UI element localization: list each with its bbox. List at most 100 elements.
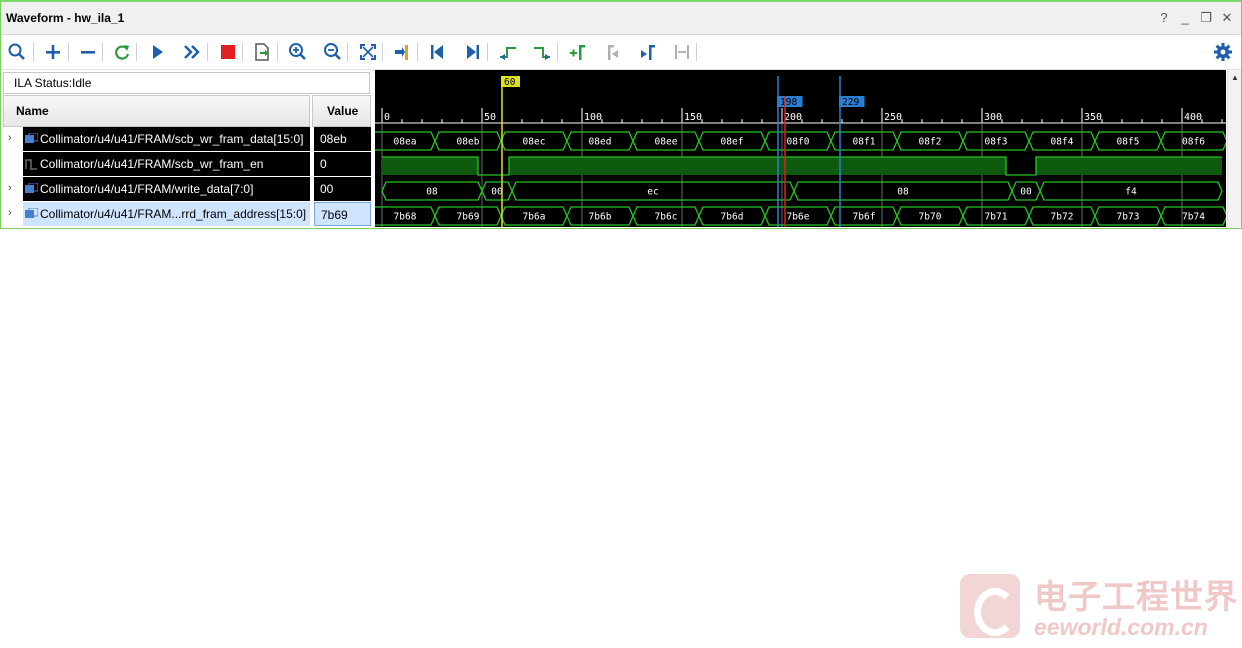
toolbar-separator bbox=[102, 43, 103, 61]
toolbar-separator bbox=[417, 43, 418, 61]
signal-name-cell[interactable]: Collimator/u4/u41/FRAM/write_data[7:0] bbox=[23, 177, 310, 201]
previous-transition-icon[interactable] bbox=[496, 40, 520, 64]
next-marker-icon[interactable] bbox=[635, 40, 659, 64]
bit-high-fill bbox=[509, 157, 1006, 175]
signal-name-cell[interactable]: Collimator/u4/u41/FRAM/scb_wr_fram_en bbox=[23, 152, 310, 176]
help-icon[interactable]: ? bbox=[1158, 10, 1170, 26]
vertical-scrollbar[interactable]: ▲ bbox=[1227, 70, 1241, 227]
column-header-name[interactable]: Name bbox=[3, 95, 310, 127]
go-to-cursor-icon[interactable] bbox=[390, 40, 414, 64]
add-marker-icon[interactable] bbox=[566, 40, 590, 64]
bus-value-label: 08ee bbox=[655, 137, 678, 148]
signal-value-cell[interactable]: 00 bbox=[314, 177, 371, 201]
tick-label: 50 bbox=[484, 112, 496, 123]
bus-signal-icon bbox=[25, 182, 39, 195]
bus-value-label: 08 bbox=[426, 187, 438, 198]
signal-value-cell[interactable]: 08eb bbox=[314, 127, 371, 151]
bus-value-label: 7b73 bbox=[1117, 212, 1140, 223]
toolbar-separator bbox=[33, 43, 34, 61]
signal-name: Collimator/u4/u41/FRAM/scb_wr_fram_data[… bbox=[40, 132, 304, 146]
signal-value: 7b69 bbox=[321, 208, 348, 222]
next-transition-icon[interactable] bbox=[530, 40, 554, 64]
bus-value-label: 7b72 bbox=[1051, 212, 1074, 223]
toolbar-separator bbox=[696, 43, 697, 61]
search-icon[interactable] bbox=[5, 40, 29, 64]
scroll-up-icon[interactable]: ▲ bbox=[1231, 73, 1239, 82]
bus-value-label: 08ef bbox=[721, 137, 744, 148]
bus-value-label: 08f2 bbox=[919, 137, 942, 148]
bus-value-label: 08f6 bbox=[1182, 137, 1205, 148]
waveform-canvas[interactable]: 0 50 100 150 200 250 300 350 400 08ea 08eb 08ec 08ed… bbox=[375, 70, 1226, 227]
bus-value-label: 08f5 bbox=[1117, 137, 1140, 148]
column-header-value[interactable]: Value bbox=[312, 95, 371, 127]
waveform-svg[interactable]: 0 50 100 150 200 250 300 350 40008ea 08eb 08ec 08ed… bbox=[375, 70, 1226, 227]
tick-label: 300 bbox=[984, 112, 1002, 123]
signal-row[interactable]: › Collimator/u4/u41/FRAM/scb_wr_fram_dat… bbox=[3, 127, 371, 151]
bus-value-label: 08ec bbox=[523, 137, 546, 148]
tick-label: 350 bbox=[1084, 112, 1102, 123]
toolbar bbox=[1, 35, 1241, 70]
bus-signal-icon bbox=[25, 132, 39, 145]
export-icon[interactable] bbox=[250, 40, 274, 64]
signal-row[interactable]: › Collimator/u4/u41/FRAM/write_data[7:0]… bbox=[3, 177, 371, 201]
marker-label: 229 bbox=[842, 97, 859, 108]
bit-high-fill bbox=[1036, 157, 1222, 175]
expand-chevron-icon[interactable]: › bbox=[8, 182, 12, 194]
signal-row[interactable]: › Collimator/u4/u41/FRAM...rrd_fram_addr… bbox=[3, 202, 371, 226]
signal-value-cell[interactable]: 0 bbox=[314, 152, 371, 176]
toolbar-separator bbox=[557, 43, 558, 61]
title-bar: Waveform - hw_ila_1 ? _ ❐ ✕ bbox=[1, 2, 1241, 35]
toolbar-separator bbox=[207, 43, 208, 61]
zoom-in-icon[interactable] bbox=[286, 40, 310, 64]
refresh-icon[interactable] bbox=[110, 40, 134, 64]
expand-chevron-icon[interactable]: › bbox=[8, 207, 12, 219]
stop-icon[interactable] bbox=[216, 40, 240, 64]
gear-icon[interactable] bbox=[1211, 40, 1235, 64]
remove-icon[interactable] bbox=[76, 40, 100, 64]
bus-value-label: 08ed bbox=[589, 137, 612, 148]
signal-row[interactable]: Collimator/u4/u41/FRAM/scb_wr_fram_en 0 bbox=[3, 152, 371, 176]
bus-value-label: 7b70 bbox=[919, 212, 942, 223]
go-to-start-icon[interactable] bbox=[425, 40, 449, 64]
zoom-fit-icon[interactable] bbox=[356, 40, 380, 64]
toolbar-separator bbox=[136, 43, 137, 61]
add-icon[interactable] bbox=[41, 40, 65, 64]
restore-icon[interactable]: ❐ bbox=[1200, 10, 1212, 26]
column-header-name-label: Name bbox=[16, 104, 49, 118]
bus-value-label: 08f3 bbox=[985, 137, 1008, 148]
bus-value-label: 7b6b bbox=[589, 212, 612, 223]
previous-marker-icon[interactable] bbox=[601, 40, 625, 64]
bus-value-label: f4 bbox=[1125, 187, 1137, 198]
bus-value-label: 00 bbox=[491, 187, 503, 198]
marker-label: 60 bbox=[504, 77, 516, 88]
go-to-end-icon[interactable] bbox=[461, 40, 485, 64]
signal-name-cell[interactable]: Collimator/u4/u41/FRAM/scb_wr_fram_data[… bbox=[23, 127, 310, 151]
bit-signal-icon bbox=[25, 158, 38, 170]
bus-value-label: 08f1 bbox=[853, 137, 876, 148]
marker-label: 198 bbox=[780, 97, 797, 108]
watermark-cn: 电子工程世界 bbox=[1034, 577, 1238, 616]
zoom-out-icon[interactable] bbox=[321, 40, 345, 64]
tick-label: 100 bbox=[584, 112, 602, 123]
bus-value-label: 7b6f bbox=[853, 212, 876, 223]
bus-value-label: 7b71 bbox=[985, 212, 1008, 223]
tick-label: 400 bbox=[1184, 112, 1202, 123]
minimize-icon[interactable]: _ bbox=[1179, 10, 1191, 26]
toolbar-separator bbox=[277, 43, 278, 61]
toolbar-separator bbox=[242, 43, 243, 61]
signal-value-cell[interactable]: 7b69 bbox=[314, 202, 371, 226]
bus-value-label: 7b74 bbox=[1182, 212, 1205, 223]
run-immediate-icon[interactable] bbox=[180, 40, 204, 64]
expand-chevron-icon[interactable]: › bbox=[8, 132, 12, 144]
signal-name-cell[interactable]: Collimator/u4/u41/FRAM...rrd_fram_addres… bbox=[23, 202, 310, 226]
tick-label: 200 bbox=[784, 112, 802, 123]
bit-high-fill bbox=[382, 157, 478, 175]
run-trigger-icon[interactable] bbox=[145, 40, 169, 64]
bus-value-label: 7b68 bbox=[394, 212, 417, 223]
bus-value-label: ec bbox=[647, 187, 658, 198]
close-icon[interactable]: ✕ bbox=[1221, 10, 1233, 26]
swap-cursors-icon[interactable] bbox=[670, 40, 694, 64]
signal-name: Collimator/u4/u41/FRAM/scb_wr_fram_en bbox=[40, 157, 264, 171]
bus-value-label: 08ea bbox=[394, 137, 417, 148]
tick-label: 150 bbox=[684, 112, 702, 123]
